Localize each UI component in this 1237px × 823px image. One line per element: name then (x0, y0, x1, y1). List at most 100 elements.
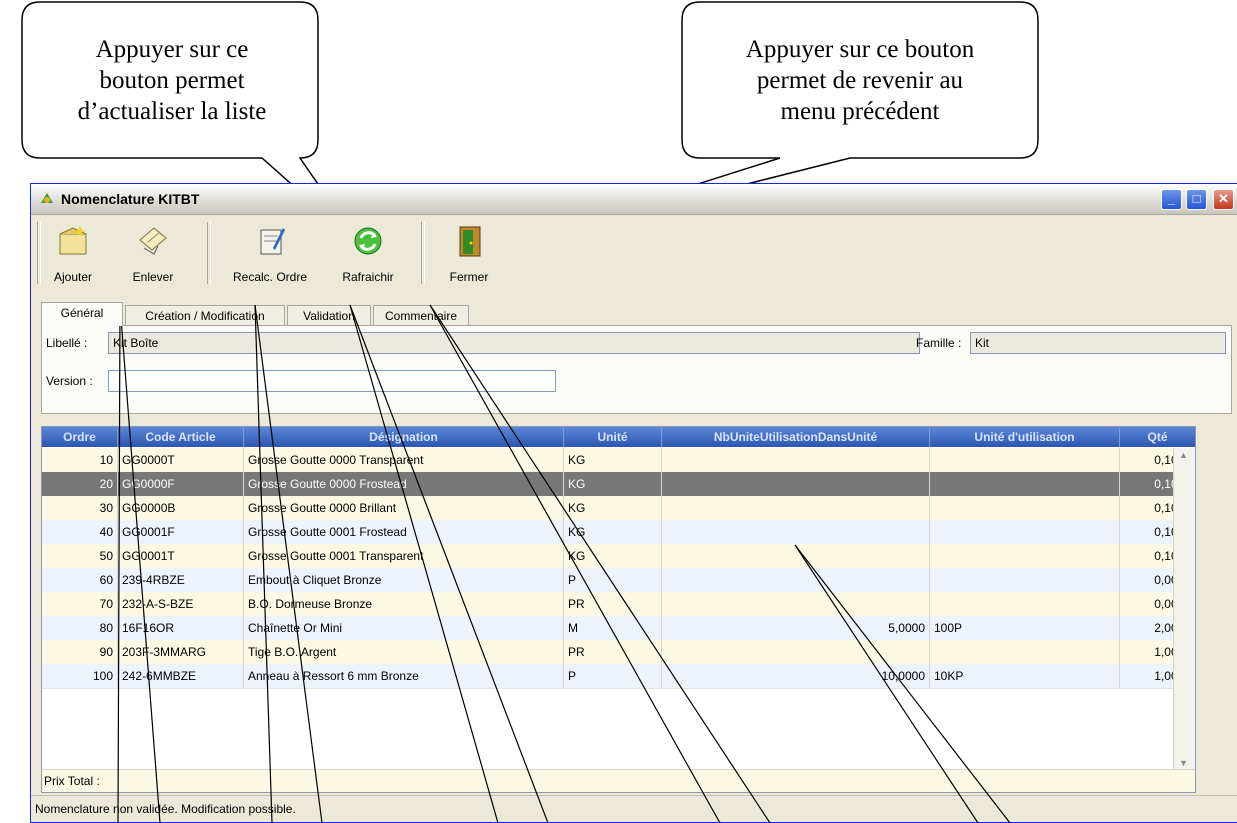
table-cell[interactable]: GG0000B (118, 496, 244, 520)
table-cell[interactable] (930, 592, 1120, 616)
column-header[interactable]: Unité (564, 427, 662, 447)
add-button[interactable]: Ajouter (43, 218, 103, 288)
column-header[interactable]: Code Article (118, 427, 244, 447)
table-cell[interactable]: KG (564, 496, 662, 520)
table-cell[interactable]: Embout à Cliquet Bronze (244, 568, 564, 592)
tab-commentaire[interactable]: Commentaire (373, 305, 469, 325)
table-cell[interactable]: 60 (42, 568, 118, 592)
table-cell[interactable]: 10KP (930, 664, 1120, 688)
table-cell[interactable]: KG (564, 544, 662, 568)
table-cell[interactable]: GG0001F (118, 520, 244, 544)
table-cell[interactable]: PR (564, 640, 662, 664)
table-row[interactable]: 100 242-6MMBZE Anneau à Ressort 6 mm Bronz… (42, 664, 1195, 689)
table-row[interactable]: 20GG0000FGrosse Goutte 0000 FrosteadKG0,… (42, 472, 1195, 497)
table-cell[interactable]: 239-4RBZE (118, 568, 244, 592)
table-cell[interactable]: Chaînette Or Mini (244, 616, 564, 640)
table-cell[interactable] (930, 568, 1120, 592)
column-header[interactable]: Unité d'utilisation (930, 427, 1120, 447)
table-cell[interactable]: 90 (42, 640, 118, 664)
table-row[interactable]: 60239-4RBZEEmbout à Cliquet BronzeP0,000… (42, 568, 1195, 593)
recalc-order-button[interactable]: Recalc. Ordre (225, 218, 315, 288)
minimize-button[interactable]: _ (1161, 189, 1182, 210)
table-cell[interactable] (662, 448, 930, 472)
table-cell[interactable] (662, 472, 930, 496)
remove-icon (139, 227, 167, 255)
column-header[interactable]: Désignation (244, 427, 564, 447)
remove-button[interactable]: Enlever (123, 218, 183, 288)
table-cell[interactable]: 203F-3MMARG (118, 640, 244, 664)
table-cell[interactable] (662, 568, 930, 592)
famille-field[interactable]: Kit (970, 332, 1226, 354)
table-cell[interactable] (662, 520, 930, 544)
table-cell[interactable]: KG (564, 520, 662, 544)
table-cell[interactable] (930, 496, 1120, 520)
table-cell[interactable]: 5,0000 (662, 616, 930, 640)
table-cell[interactable] (930, 448, 1120, 472)
column-header[interactable]: NbUniteUtilisationDansUnité (662, 427, 930, 447)
table-cell[interactable] (662, 544, 930, 568)
table-cell[interactable]: Grosse Goutte 0001 Frostead (244, 520, 564, 544)
table-cell[interactable]: GG0000T (118, 448, 244, 472)
table-row[interactable]: 70232-A-S-BZEB.O. Dormeuse BronzePR0,000… (42, 592, 1195, 617)
table-row[interactable]: 8016F16ORChaînette Or MiniM5,0000100P2,0… (42, 616, 1195, 641)
table-cell[interactable]: P (564, 568, 662, 592)
table-cell[interactable]: P (564, 664, 662, 688)
maximize-button[interactable]: □ (1186, 189, 1207, 210)
table-cell[interactable]: GG0001T (118, 544, 244, 568)
title-bar[interactable]: Nomenclature KITBT _ □ ✕ (31, 184, 1237, 215)
table-cell[interactable]: KG (564, 448, 662, 472)
libelle-field[interactable]: Kit Boîte (108, 332, 920, 354)
table-cell[interactable]: Grosse Goutte 0001 Transparent (244, 544, 564, 568)
table-cell[interactable]: 70 (42, 592, 118, 616)
scroll-down-icon[interactable]: ▼ (1179, 758, 1188, 768)
table-cell[interactable]: 16F16OR (118, 616, 244, 640)
component-grid: Ordre Code Article Désignation Unité NbUnite… (41, 426, 1196, 793)
table-cell[interactable]: Anneau à Ressort 6 mm Bronze (244, 664, 564, 688)
table-cell[interactable]: B.O. Dormeuse Bronze (244, 592, 564, 616)
column-header[interactable]: Ordre (42, 427, 118, 447)
table-cell[interactable] (930, 640, 1120, 664)
table-cell[interactable] (662, 640, 930, 664)
table-cell[interactable]: KG (564, 472, 662, 496)
table-row[interactable]: 40GG0001FGrosse Goutte 0001 FrosteadKG0,… (42, 520, 1195, 545)
table-cell[interactable]: 10,0000 (662, 664, 930, 688)
table-cell[interactable]: 20 (42, 472, 118, 496)
table-cell[interactable] (662, 592, 930, 616)
refresh-button[interactable]: Rafraichir (333, 218, 403, 288)
table-cell[interactable]: GG0000F (118, 472, 244, 496)
table-cell[interactable]: 232-A-S-BZE (118, 592, 244, 616)
close-form-button[interactable]: Fermer (437, 218, 501, 288)
version-field[interactable] (108, 370, 556, 392)
table-row[interactable]: 50 GG0001T Grosse Goutte 0001 Transparent K… (42, 544, 1195, 569)
table-row[interactable]: 30GG0000BGrosse Goutte 0000 BrillantKG0,… (42, 496, 1195, 521)
tab-general[interactable]: Général (41, 302, 123, 326)
table-cell[interactable]: Grosse Goutte 0000 Transparent (244, 448, 564, 472)
table-cell[interactable]: 242-6MMBZE (118, 664, 244, 688)
vertical-scrollbar[interactable]: ▲ ▼ (1173, 448, 1195, 770)
table-cell[interactable]: 50 (42, 544, 118, 568)
table-row[interactable]: 10 GG0000T Grosse Goutte 0000 Transparent K… (42, 448, 1195, 473)
toolbar-separator (207, 222, 211, 284)
table-cell[interactable] (930, 472, 1120, 496)
add-icon (59, 226, 87, 255)
table-row[interactable]: 90203F-3MMARGTige B.O. ArgentPR1,0000 (42, 640, 1195, 665)
scroll-up-icon[interactable]: ▲ (1179, 450, 1188, 460)
table-cell[interactable]: PR (564, 592, 662, 616)
tab-creation-modification[interactable]: Création / Modification (125, 305, 285, 325)
tab-validation[interactable]: Validation (287, 305, 371, 325)
close-button[interactable]: ✕ (1213, 189, 1234, 210)
table-cell[interactable] (930, 544, 1120, 568)
table-cell[interactable]: M (564, 616, 662, 640)
table-cell[interactable]: 100 (42, 664, 118, 688)
table-cell[interactable]: Tige B.O. Argent (244, 640, 564, 664)
table-cell[interactable]: Grosse Goutte 0000 Brillant (244, 496, 564, 520)
table-cell[interactable]: 10 (42, 448, 118, 472)
table-cell[interactable]: 100P (930, 616, 1120, 640)
table-cell[interactable]: 80 (42, 616, 118, 640)
table-cell[interactable]: Grosse Goutte 0000 Frostead (244, 472, 564, 496)
table-cell[interactable]: 30 (42, 496, 118, 520)
table-cell[interactable] (662, 496, 930, 520)
table-cell[interactable] (930, 520, 1120, 544)
table-cell[interactable]: 40 (42, 520, 118, 544)
column-header[interactable]: Qté (1120, 427, 1195, 447)
